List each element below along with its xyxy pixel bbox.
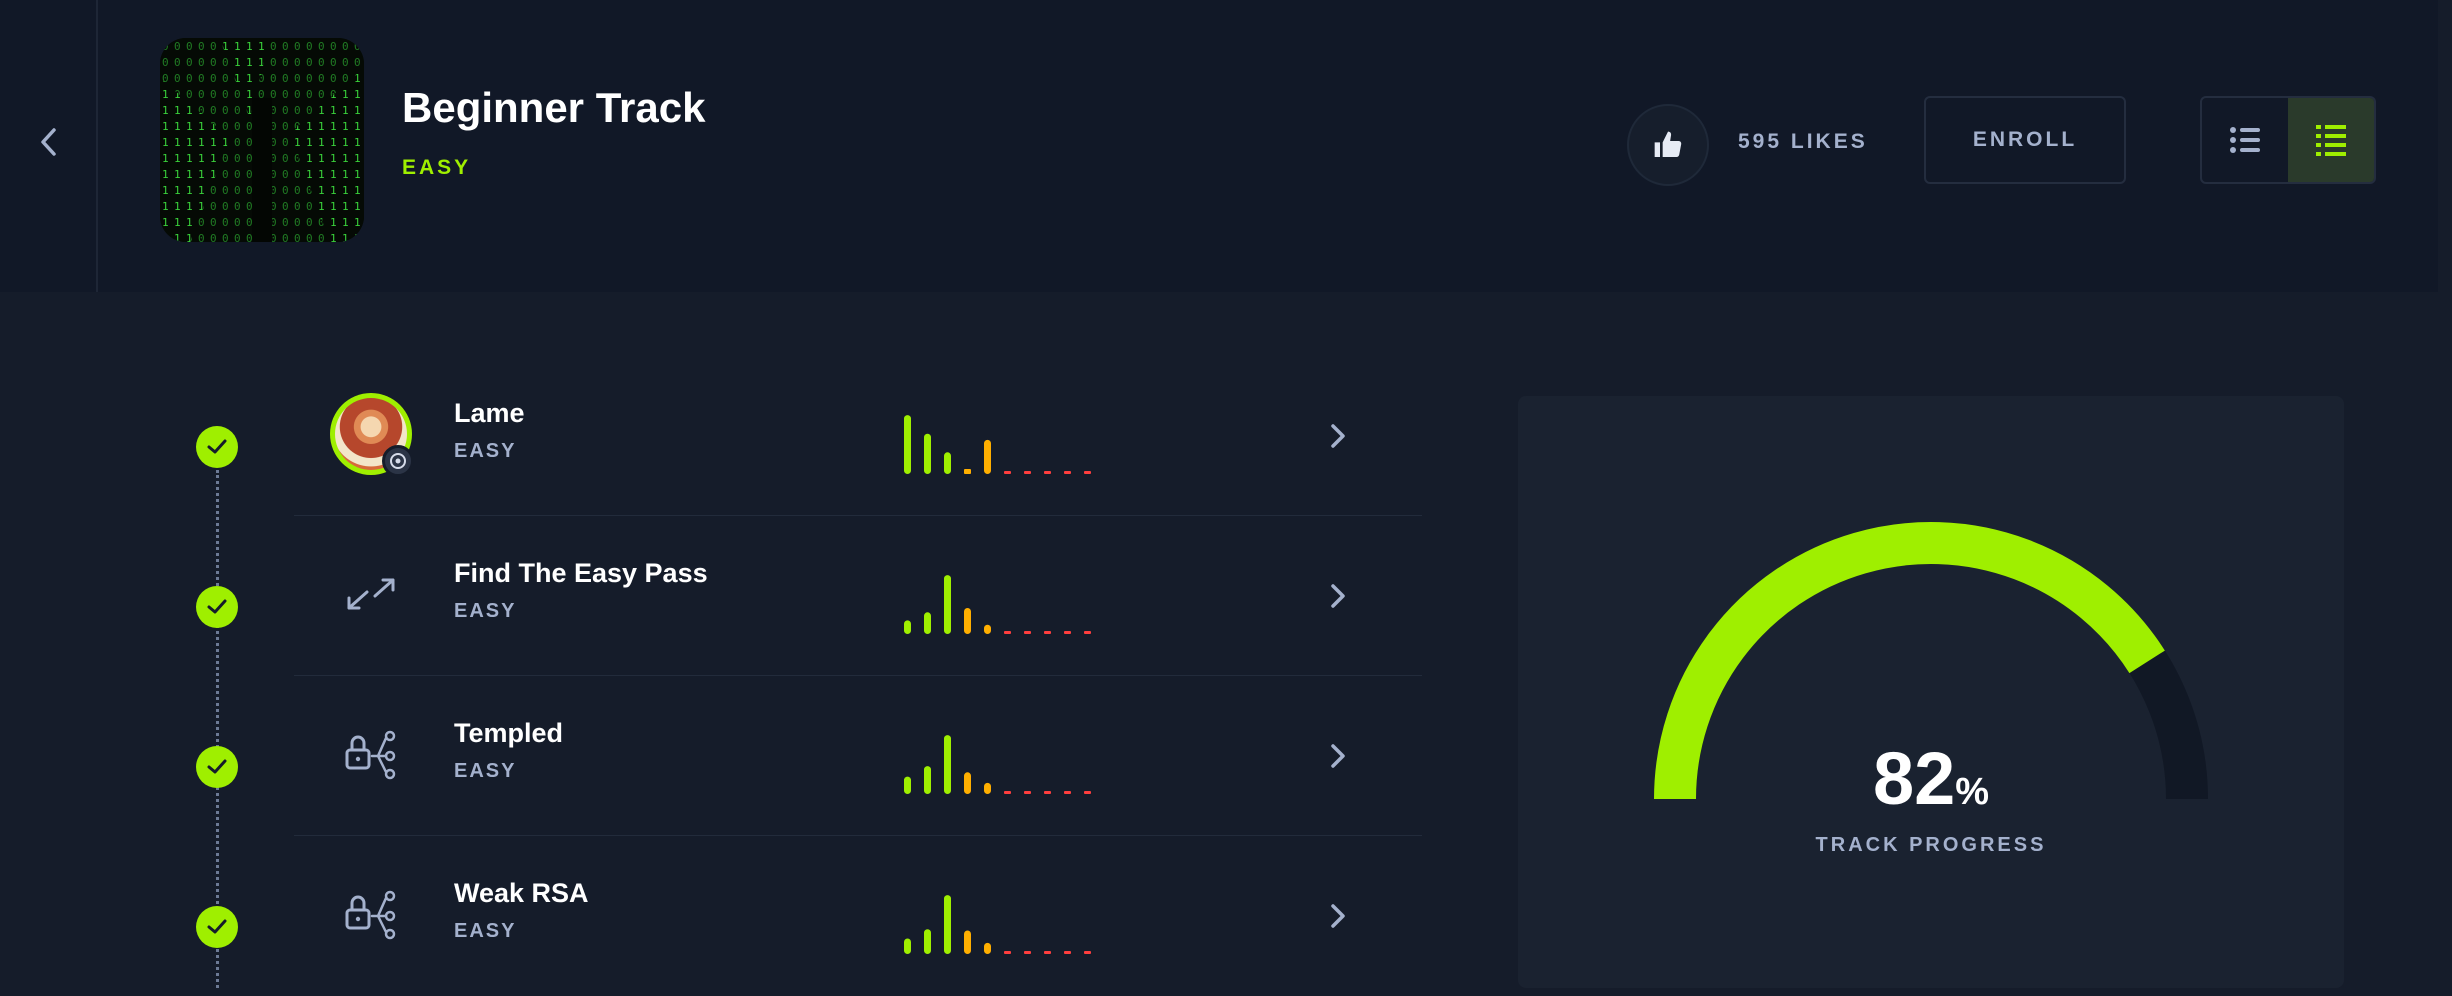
rating-bar: [984, 439, 991, 474]
chevron-right-icon[interactable]: [1318, 576, 1358, 616]
rating-bar: [964, 607, 971, 634]
machine-avatar-icon: [330, 393, 414, 477]
rating-bar: [904, 415, 911, 474]
rating-bar: [1084, 791, 1091, 794]
track-item-row[interactable]: Weak RSA EASY: [294, 836, 1422, 996]
item-name: Find The Easy Pass: [454, 558, 708, 588]
rating-bar: [1004, 791, 1011, 794]
likes-count: 595 LIKES: [1738, 130, 1868, 153]
completed-check-icon: [196, 906, 238, 948]
rating-bar: [1044, 791, 1051, 794]
rating-bar: [1064, 951, 1071, 954]
difficulty-rating-chart: [904, 735, 1091, 794]
item-name: Templed: [454, 718, 564, 748]
progress-gauge: [1654, 522, 2208, 800]
progress-label: TRACK PROGRESS: [1815, 834, 2047, 856]
item-name: Weak RSA: [454, 878, 589, 908]
rating-bar: [964, 930, 971, 954]
rating-bar: [964, 469, 971, 474]
rating-bar: [944, 575, 951, 634]
rating-bar: [1084, 951, 1091, 954]
rating-bar: [944, 895, 951, 954]
rating-bar: [1044, 631, 1051, 634]
chevron-left-icon: [41, 128, 56, 156]
enroll-button[interactable]: ENROLL: [1924, 96, 2126, 184]
chevron-right-icon[interactable]: [1318, 416, 1358, 456]
rating-bar: [984, 782, 991, 794]
difficulty-rating-chart: [904, 895, 1091, 954]
rating-bar: [904, 620, 911, 634]
rating-bar: [1004, 951, 1011, 954]
item-difficulty: EASY: [454, 600, 517, 622]
rating-bar: [1024, 791, 1031, 794]
completed-check-icon: [196, 746, 238, 788]
rating-bar: [904, 938, 911, 954]
back-button[interactable]: [24, 112, 74, 172]
track-logo: 1 0: [160, 38, 364, 242]
rating-bar: [924, 433, 931, 474]
detailed-list-view-icon: [2316, 125, 2346, 156]
item-difficulty: EASY: [454, 760, 517, 782]
rating-bar: [904, 776, 911, 794]
item-name: Lame: [454, 398, 525, 428]
rating-bar: [924, 612, 931, 634]
detailed-list-view-button[interactable]: [2288, 98, 2374, 182]
rating-bar: [1004, 631, 1011, 634]
completed-check-icon: [196, 586, 238, 628]
track-difficulty: EASY: [402, 156, 472, 179]
track-item-row[interactable]: Lame EASY: [294, 356, 1422, 516]
rating-bar: [924, 766, 931, 794]
os-badge-icon: [382, 445, 414, 477]
rating-bar: [1064, 631, 1071, 634]
progress-value: 82%: [1872, 737, 1990, 820]
rating-bar: [1064, 471, 1071, 474]
rating-bar: [944, 452, 951, 474]
rating-bar: [944, 735, 951, 794]
rating-bar: [984, 942, 991, 954]
rating-bar: [924, 929, 931, 954]
list-view-icon: [2230, 127, 2260, 153]
list-view-button[interactable]: [2202, 98, 2288, 182]
view-toggle: [2200, 96, 2376, 184]
track-item-row[interactable]: Templed EASY: [294, 676, 1422, 836]
chevron-right-icon[interactable]: [1318, 896, 1358, 936]
item-difficulty: EASY: [454, 920, 517, 942]
crypto-lock-icon: [345, 890, 396, 940]
rating-bar: [984, 624, 991, 634]
reversing-icon: [347, 578, 395, 610]
rating-bar: [1004, 471, 1011, 474]
difficulty-rating-chart: [904, 415, 1091, 474]
rating-bar: [1064, 791, 1071, 794]
rating-bar: [1084, 471, 1091, 474]
track-progress-card: 82% TRACK PROGRESS: [1518, 396, 2344, 988]
rating-bar: [1024, 471, 1031, 474]
header-divider: [96, 0, 98, 292]
chevron-right-icon[interactable]: [1318, 736, 1358, 776]
like-button[interactable]: [1627, 104, 1709, 186]
rating-bar: [1024, 951, 1031, 954]
rating-bar: [1044, 471, 1051, 474]
rating-bar: [964, 772, 971, 794]
rating-bar: [1044, 951, 1051, 954]
completed-check-icon: [196, 426, 238, 468]
difficulty-rating-chart: [904, 575, 1091, 634]
crypto-lock-icon: [345, 730, 396, 780]
item-difficulty: EASY: [454, 440, 517, 462]
rating-bar: [1024, 631, 1031, 634]
thumbs-up-icon: [1654, 131, 1682, 157]
rating-bar: [1084, 631, 1091, 634]
track-item-row[interactable]: Find The Easy Pass EASY: [294, 516, 1422, 676]
track-header: 1 0 Beginner Track EASY 595 LIKES ENROLL: [0, 0, 2438, 292]
track-title: Beginner Track: [402, 84, 706, 131]
